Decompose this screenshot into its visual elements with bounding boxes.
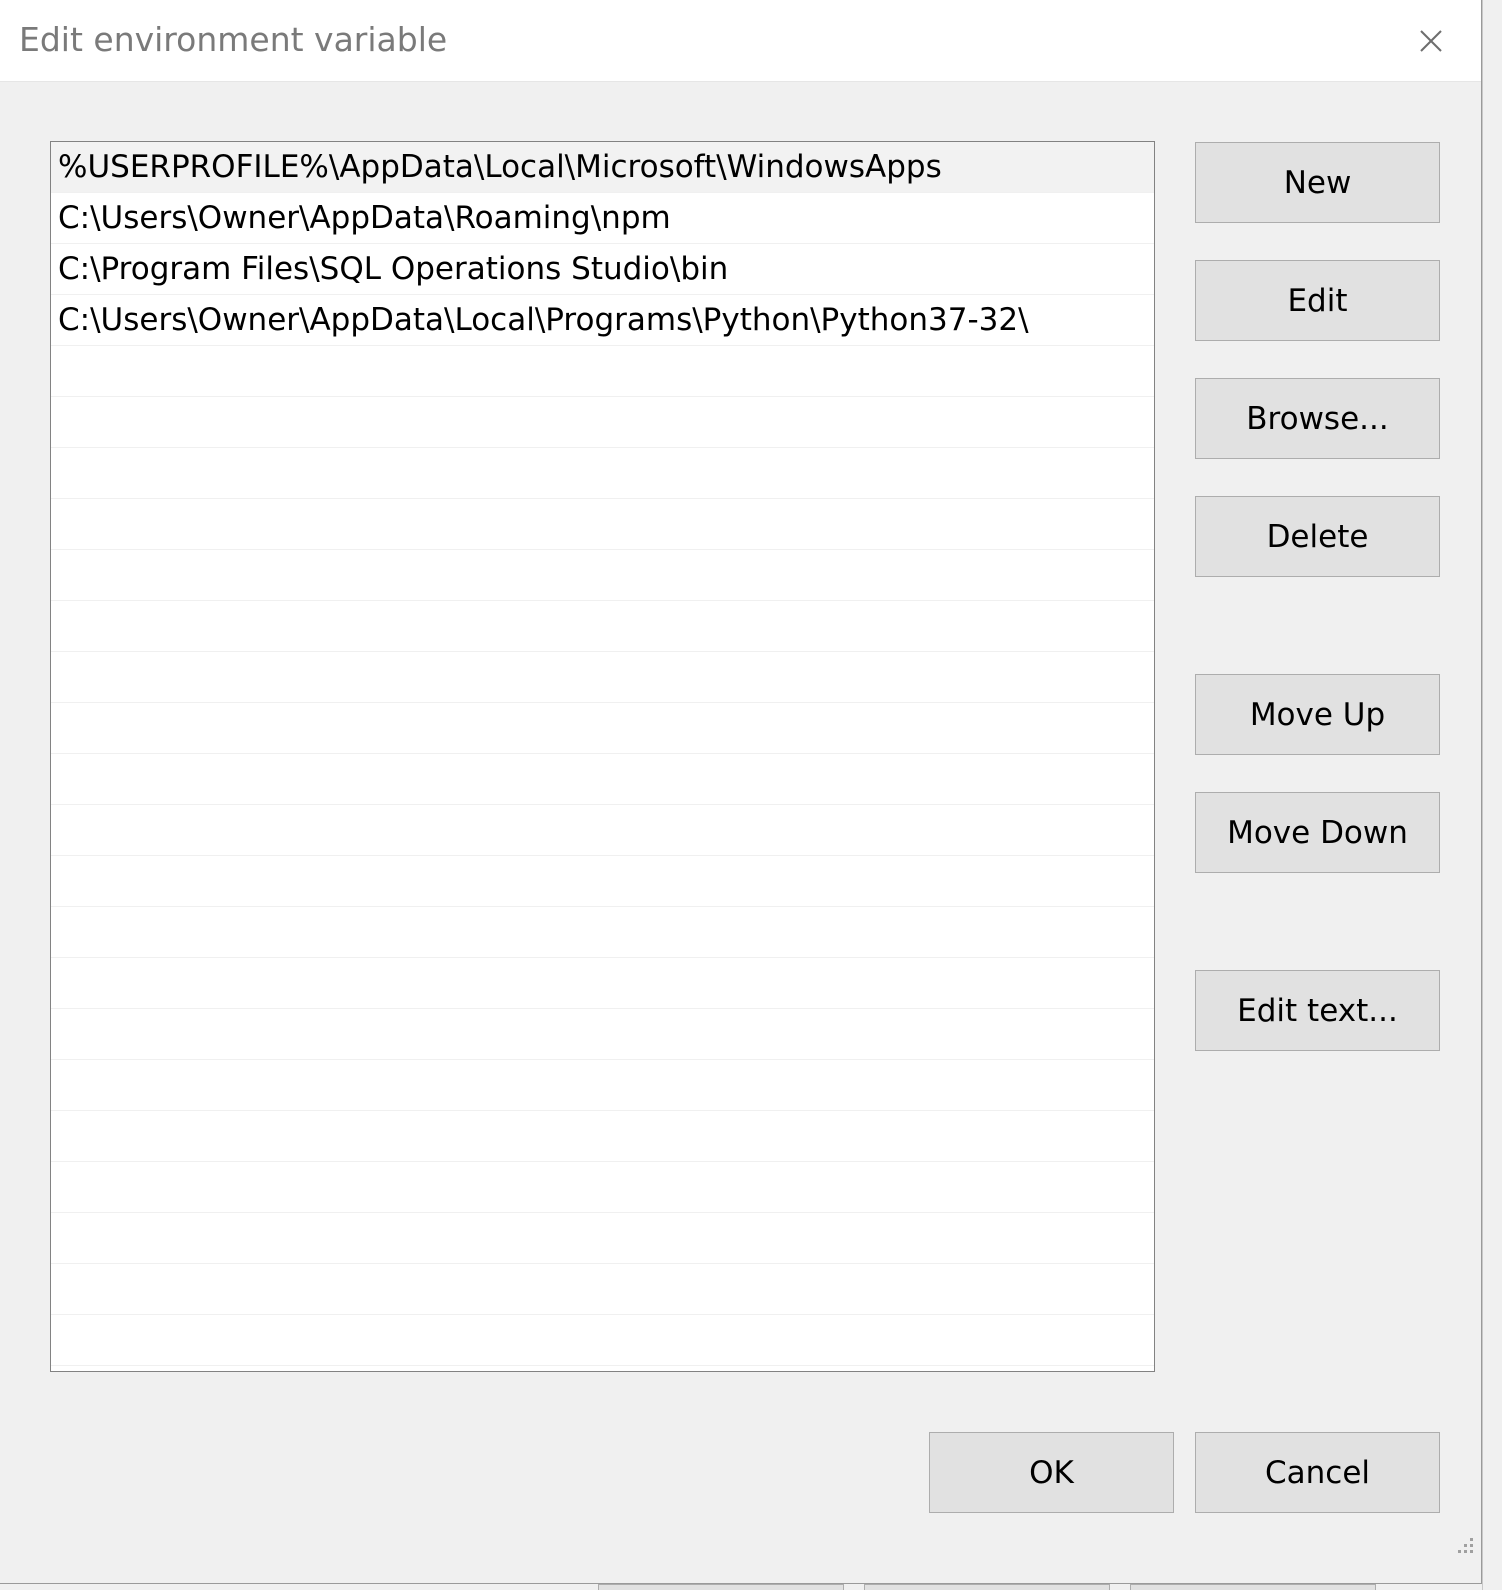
list-item[interactable]: C:\Users\Owner\AppData\Roaming\npm	[51, 193, 1154, 244]
path-list[interactable]: %USERPROFILE%\AppData\Local\Microsoft\Wi…	[50, 141, 1155, 1372]
empty-list-row[interactable]	[51, 856, 1154, 907]
cancel-button[interactable]: Cancel	[1195, 1432, 1440, 1513]
empty-list-row[interactable]	[51, 754, 1154, 805]
browse-button[interactable]: Browse...	[1195, 378, 1440, 459]
move-down-button[interactable]: Move Down	[1195, 792, 1440, 873]
empty-list-row[interactable]	[51, 499, 1154, 550]
delete-button[interactable]: Delete	[1195, 496, 1440, 577]
edit-environment-variable-dialog: Edit environment variable %USERPROFILE%\…	[0, 0, 1482, 1584]
resize-grip-icon[interactable]	[1446, 1530, 1476, 1560]
empty-list-row[interactable]	[51, 1111, 1154, 1162]
empty-list-row[interactable]	[51, 1060, 1154, 1111]
empty-list-row[interactable]	[51, 601, 1154, 652]
list-item[interactable]: C:\Users\Owner\AppData\Local\Programs\Py…	[51, 295, 1154, 346]
empty-list-row[interactable]	[51, 448, 1154, 499]
screen: Edit environment variable %USERPROFILE%\…	[0, 0, 1502, 1590]
background-ok-button	[598, 1584, 844, 1590]
empty-list-row[interactable]	[51, 1009, 1154, 1060]
background-cancel-button	[864, 1584, 1110, 1590]
empty-list-row[interactable]	[51, 550, 1154, 601]
background-window-edge	[1482, 0, 1502, 1590]
close-button[interactable]	[1404, 14, 1458, 68]
empty-list-row[interactable]	[51, 346, 1154, 397]
ok-button[interactable]: OK	[929, 1432, 1174, 1513]
empty-list-row[interactable]	[51, 1162, 1154, 1213]
edit-button[interactable]: Edit	[1195, 260, 1440, 341]
empty-list-row[interactable]	[51, 1315, 1154, 1366]
list-item[interactable]: %USERPROFILE%\AppData\Local\Microsoft\Wi…	[51, 142, 1154, 193]
empty-list-row[interactable]	[51, 805, 1154, 856]
empty-list-row[interactable]	[51, 958, 1154, 1009]
empty-list-row[interactable]	[51, 397, 1154, 448]
empty-list-row[interactable]	[51, 907, 1154, 958]
close-icon	[1420, 30, 1442, 52]
empty-list-row[interactable]	[51, 703, 1154, 754]
empty-list-row[interactable]	[51, 1264, 1154, 1315]
empty-list-row[interactable]	[51, 1213, 1154, 1264]
move-up-button[interactable]: Move Up	[1195, 674, 1440, 755]
edit-text-button[interactable]: Edit text...	[1195, 970, 1440, 1051]
list-item[interactable]: C:\Program Files\SQL Operations Studio\b…	[51, 244, 1154, 295]
background-apply-button	[1130, 1584, 1376, 1590]
window-title: Edit environment variable	[19, 20, 448, 59]
empty-list-row[interactable]	[51, 652, 1154, 703]
new-button[interactable]: New	[1195, 142, 1440, 223]
title-bar[interactable]: Edit environment variable	[0, 0, 1481, 82]
